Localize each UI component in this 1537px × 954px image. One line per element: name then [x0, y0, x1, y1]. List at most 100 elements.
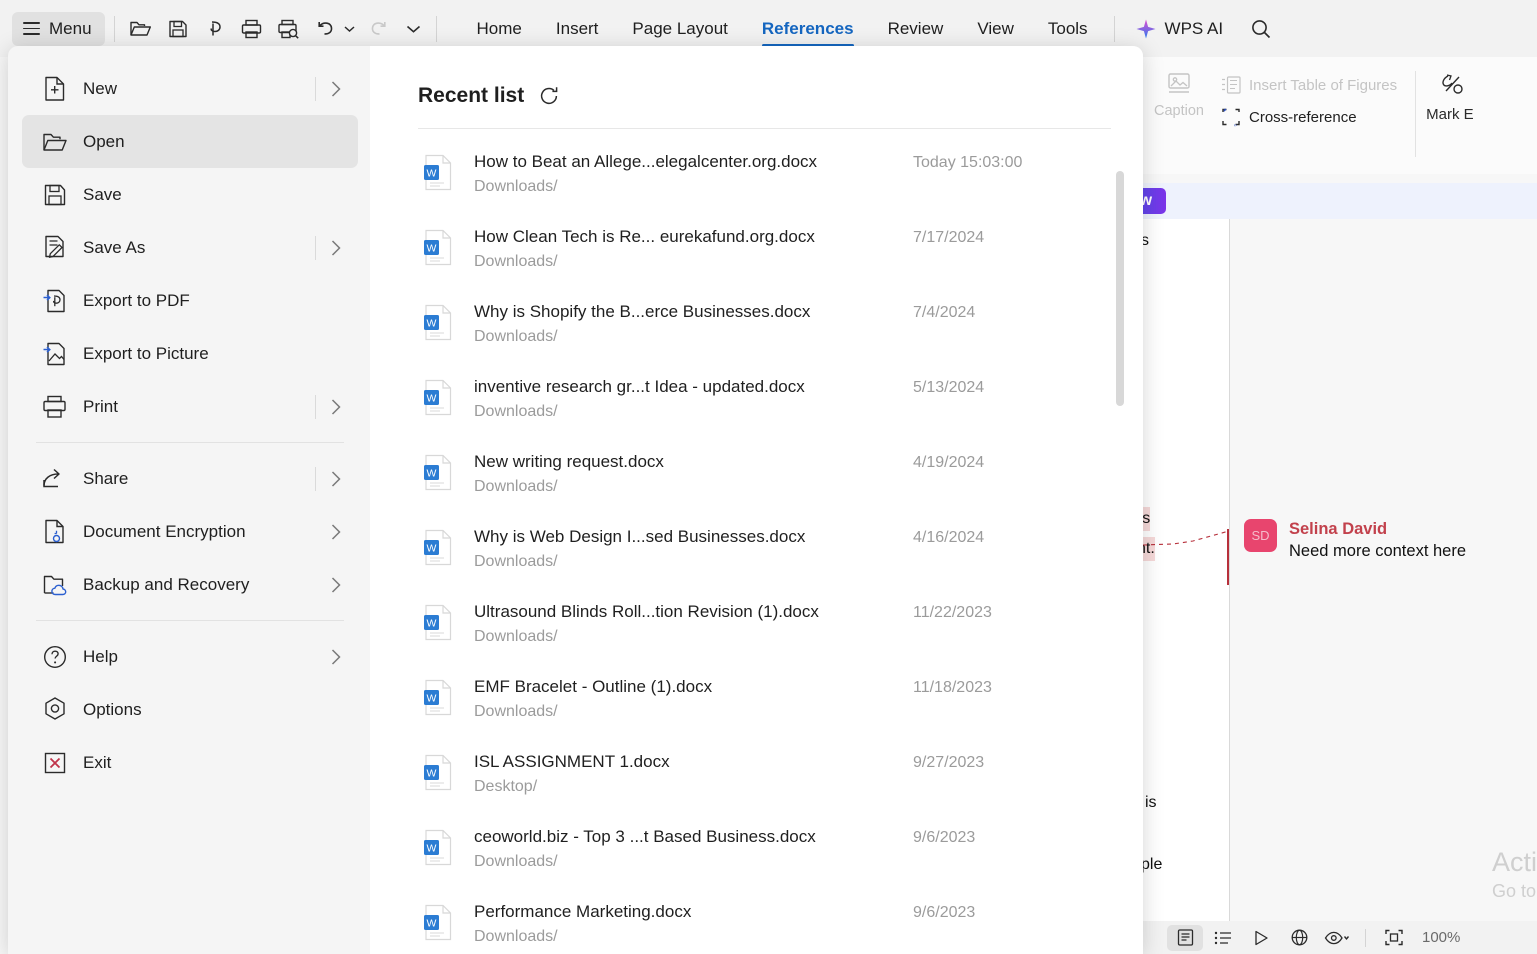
- svg-text:W: W: [427, 467, 437, 479]
- zoom-level-label[interactable]: 100%: [1422, 929, 1460, 946]
- word-document-icon: W: [418, 676, 458, 716]
- menu-item-document-encryption[interactable]: Document Encryption: [22, 505, 358, 558]
- menu-item-export-to-pdf[interactable]: Export to PDF: [22, 274, 358, 327]
- undo-dropdown-caret-icon[interactable]: [342, 12, 358, 46]
- document-encryption-icon: [40, 518, 70, 546]
- fullscreen-icon: [1385, 929, 1403, 946]
- recent-file-row[interactable]: W Performance Marketing.docx Downloads/ …: [388, 891, 1143, 954]
- mark-entry-label: Mark E: [1426, 106, 1474, 123]
- menu-item-save[interactable]: Save: [22, 168, 358, 221]
- word-document-icon: W: [418, 526, 458, 566]
- recent-file-path: Downloads/: [474, 252, 558, 270]
- svg-text:„: „: [1234, 119, 1237, 127]
- caption-button[interactable]: Caption: [1143, 71, 1215, 119]
- status-bar: 100%: [1143, 921, 1537, 954]
- reading-eye-icon: [1324, 931, 1350, 944]
- chevron-right-icon: [322, 398, 350, 416]
- menu-item-label: Export to Picture: [83, 343, 209, 363]
- word-document-icon: W: [418, 751, 458, 791]
- comment-card[interactable]: SD Selina David Need more context here: [1244, 519, 1524, 562]
- word-document-icon: W: [418, 376, 458, 416]
- search-icon[interactable]: [1249, 17, 1273, 41]
- recent-file-path: Downloads/: [474, 627, 558, 645]
- recent-file-row[interactable]: W EMF Bracelet - Outline (1).docx Downlo…: [388, 666, 1143, 741]
- wps-ai-button[interactable]: WPS AI: [1134, 17, 1223, 41]
- redo-icon[interactable]: [361, 12, 395, 46]
- chevron-right-icon: [322, 470, 350, 488]
- toolbar-divider: [113, 15, 115, 42]
- print-preview-icon[interactable]: [272, 12, 306, 46]
- recent-file-name: How to Beat an Allege...elegalcenter.org…: [474, 152, 818, 171]
- recent-file-row[interactable]: W inventive research gr...t Idea - updat…: [388, 366, 1143, 441]
- menu-item-new[interactable]: New: [22, 62, 358, 115]
- page-layout-view-button[interactable]: [1167, 924, 1203, 951]
- outline-view-button[interactable]: [1205, 925, 1241, 951]
- comment-leader-line: [1143, 530, 1230, 546]
- recent-file-row[interactable]: W Ultrasound Blinds Roll...tion Revision…: [388, 591, 1143, 666]
- recent-file-row[interactable]: W ISL ASSIGNMENT 1.docx Desktop/ 9/27/20…: [388, 741, 1143, 816]
- menu-item-open[interactable]: Open: [22, 115, 358, 168]
- toolbar-divider: [435, 15, 437, 42]
- recent-file-row[interactable]: W ceoworld.biz - Top 3 ...t Based Busine…: [388, 816, 1143, 891]
- menu-item-save-as[interactable]: Save As: [22, 221, 358, 274]
- output-pdf-icon[interactable]: [198, 12, 232, 46]
- svg-text:W: W: [427, 392, 437, 404]
- recent-file-row[interactable]: W How to Beat an Allege...elegalcenter.o…: [388, 141, 1143, 216]
- comment-text: Need more context here: [1289, 541, 1467, 560]
- recent-file-path: Downloads/: [474, 852, 558, 870]
- cross-reference-button[interactable]: “ „ Cross-reference: [1215, 104, 1403, 130]
- nav-item-divider: [315, 394, 316, 419]
- insert-table-of-figures-button[interactable]: Insert Table of Figures: [1215, 73, 1403, 97]
- menu-item-share[interactable]: Share: [22, 452, 358, 505]
- menu-item-options[interactable]: Options: [22, 683, 358, 736]
- refresh-icon[interactable]: [538, 85, 560, 107]
- save-icon[interactable]: [161, 12, 195, 46]
- menu-item-exit[interactable]: Exit: [22, 736, 358, 789]
- recent-file-name: Ultrasound Blinds Roll...tion Revision (…: [474, 602, 819, 621]
- open-icon[interactable]: [124, 12, 158, 46]
- recent-file-row[interactable]: W New writing request.docx Downloads/ 4/…: [388, 441, 1143, 516]
- document-page[interactable]: s ’s nt. is ple: [1137, 219, 1230, 921]
- menu-item-label: Exit: [83, 752, 112, 772]
- print-icon[interactable]: [235, 12, 269, 46]
- recent-list-scrollbar[interactable]: [1116, 171, 1124, 406]
- reading-eye-button[interactable]: [1319, 925, 1355, 951]
- menu-item-print[interactable]: Print: [22, 380, 358, 433]
- recent-file-name: Performance Marketing.docx: [474, 902, 692, 921]
- undo-icon[interactable]: [309, 12, 343, 46]
- toolbar-divider: [1113, 15, 1115, 42]
- menu-item-backup-and-recovery[interactable]: Backup and Recovery: [22, 558, 358, 611]
- table-of-figures-icon: [1222, 76, 1241, 94]
- recent-file-row[interactable]: W Why is Web Design I...sed Businesses.d…: [388, 516, 1143, 591]
- doc-text-fragment: ple: [1141, 856, 1163, 873]
- cross-reference-icon: “ „: [1222, 107, 1240, 127]
- open-folder-icon: [40, 130, 70, 154]
- avatar: SD: [1244, 519, 1277, 552]
- web-layout-view-button[interactable]: [1281, 925, 1317, 951]
- recent-file-name: Why is Shopify the B...erce Businesses.d…: [474, 302, 811, 321]
- document-area[interactable]: s ’s nt. is ple SD Selina David Need mor…: [1137, 219, 1537, 921]
- recent-file-row[interactable]: W How Clean Tech is Re... eurekafund.org…: [388, 216, 1143, 291]
- recent-file-row[interactable]: W Why is Shopify the B...erce Businesses…: [388, 291, 1143, 366]
- mark-entry-button[interactable]: Mark E: [1426, 57, 1474, 123]
- quick-access-toolbar: [124, 12, 422, 46]
- menu-item-help[interactable]: Help: [22, 630, 358, 683]
- presentation-view-button[interactable]: [1243, 925, 1279, 951]
- recent-file-path: Downloads/: [474, 702, 558, 720]
- svg-text:W: W: [427, 842, 437, 854]
- menu-button[interactable]: Menu: [12, 11, 105, 46]
- recent-file-name: ceoworld.biz - Top 3 ...t Based Business…: [474, 827, 816, 846]
- customize-icon[interactable]: [406, 12, 422, 46]
- word-document-icon: W: [418, 301, 458, 341]
- caption-icon: [1168, 73, 1190, 93]
- hamburger-icon: [23, 22, 40, 35]
- word-document-icon: W: [418, 826, 458, 866]
- web-layout-view-icon: [1291, 929, 1307, 946]
- insert-table-of-figures-label: Insert Table of Figures: [1249, 76, 1398, 94]
- fullscreen-button[interactable]: [1376, 925, 1412, 951]
- svg-text:W: W: [427, 917, 437, 929]
- menu-item-export-to-picture[interactable]: Export to Picture: [22, 327, 358, 380]
- recent-file-date: 4/19/2024: [913, 454, 985, 471]
- recent-file-name: Why is Web Design I...sed Businesses.doc…: [474, 527, 806, 546]
- word-document-icon: W: [418, 451, 458, 491]
